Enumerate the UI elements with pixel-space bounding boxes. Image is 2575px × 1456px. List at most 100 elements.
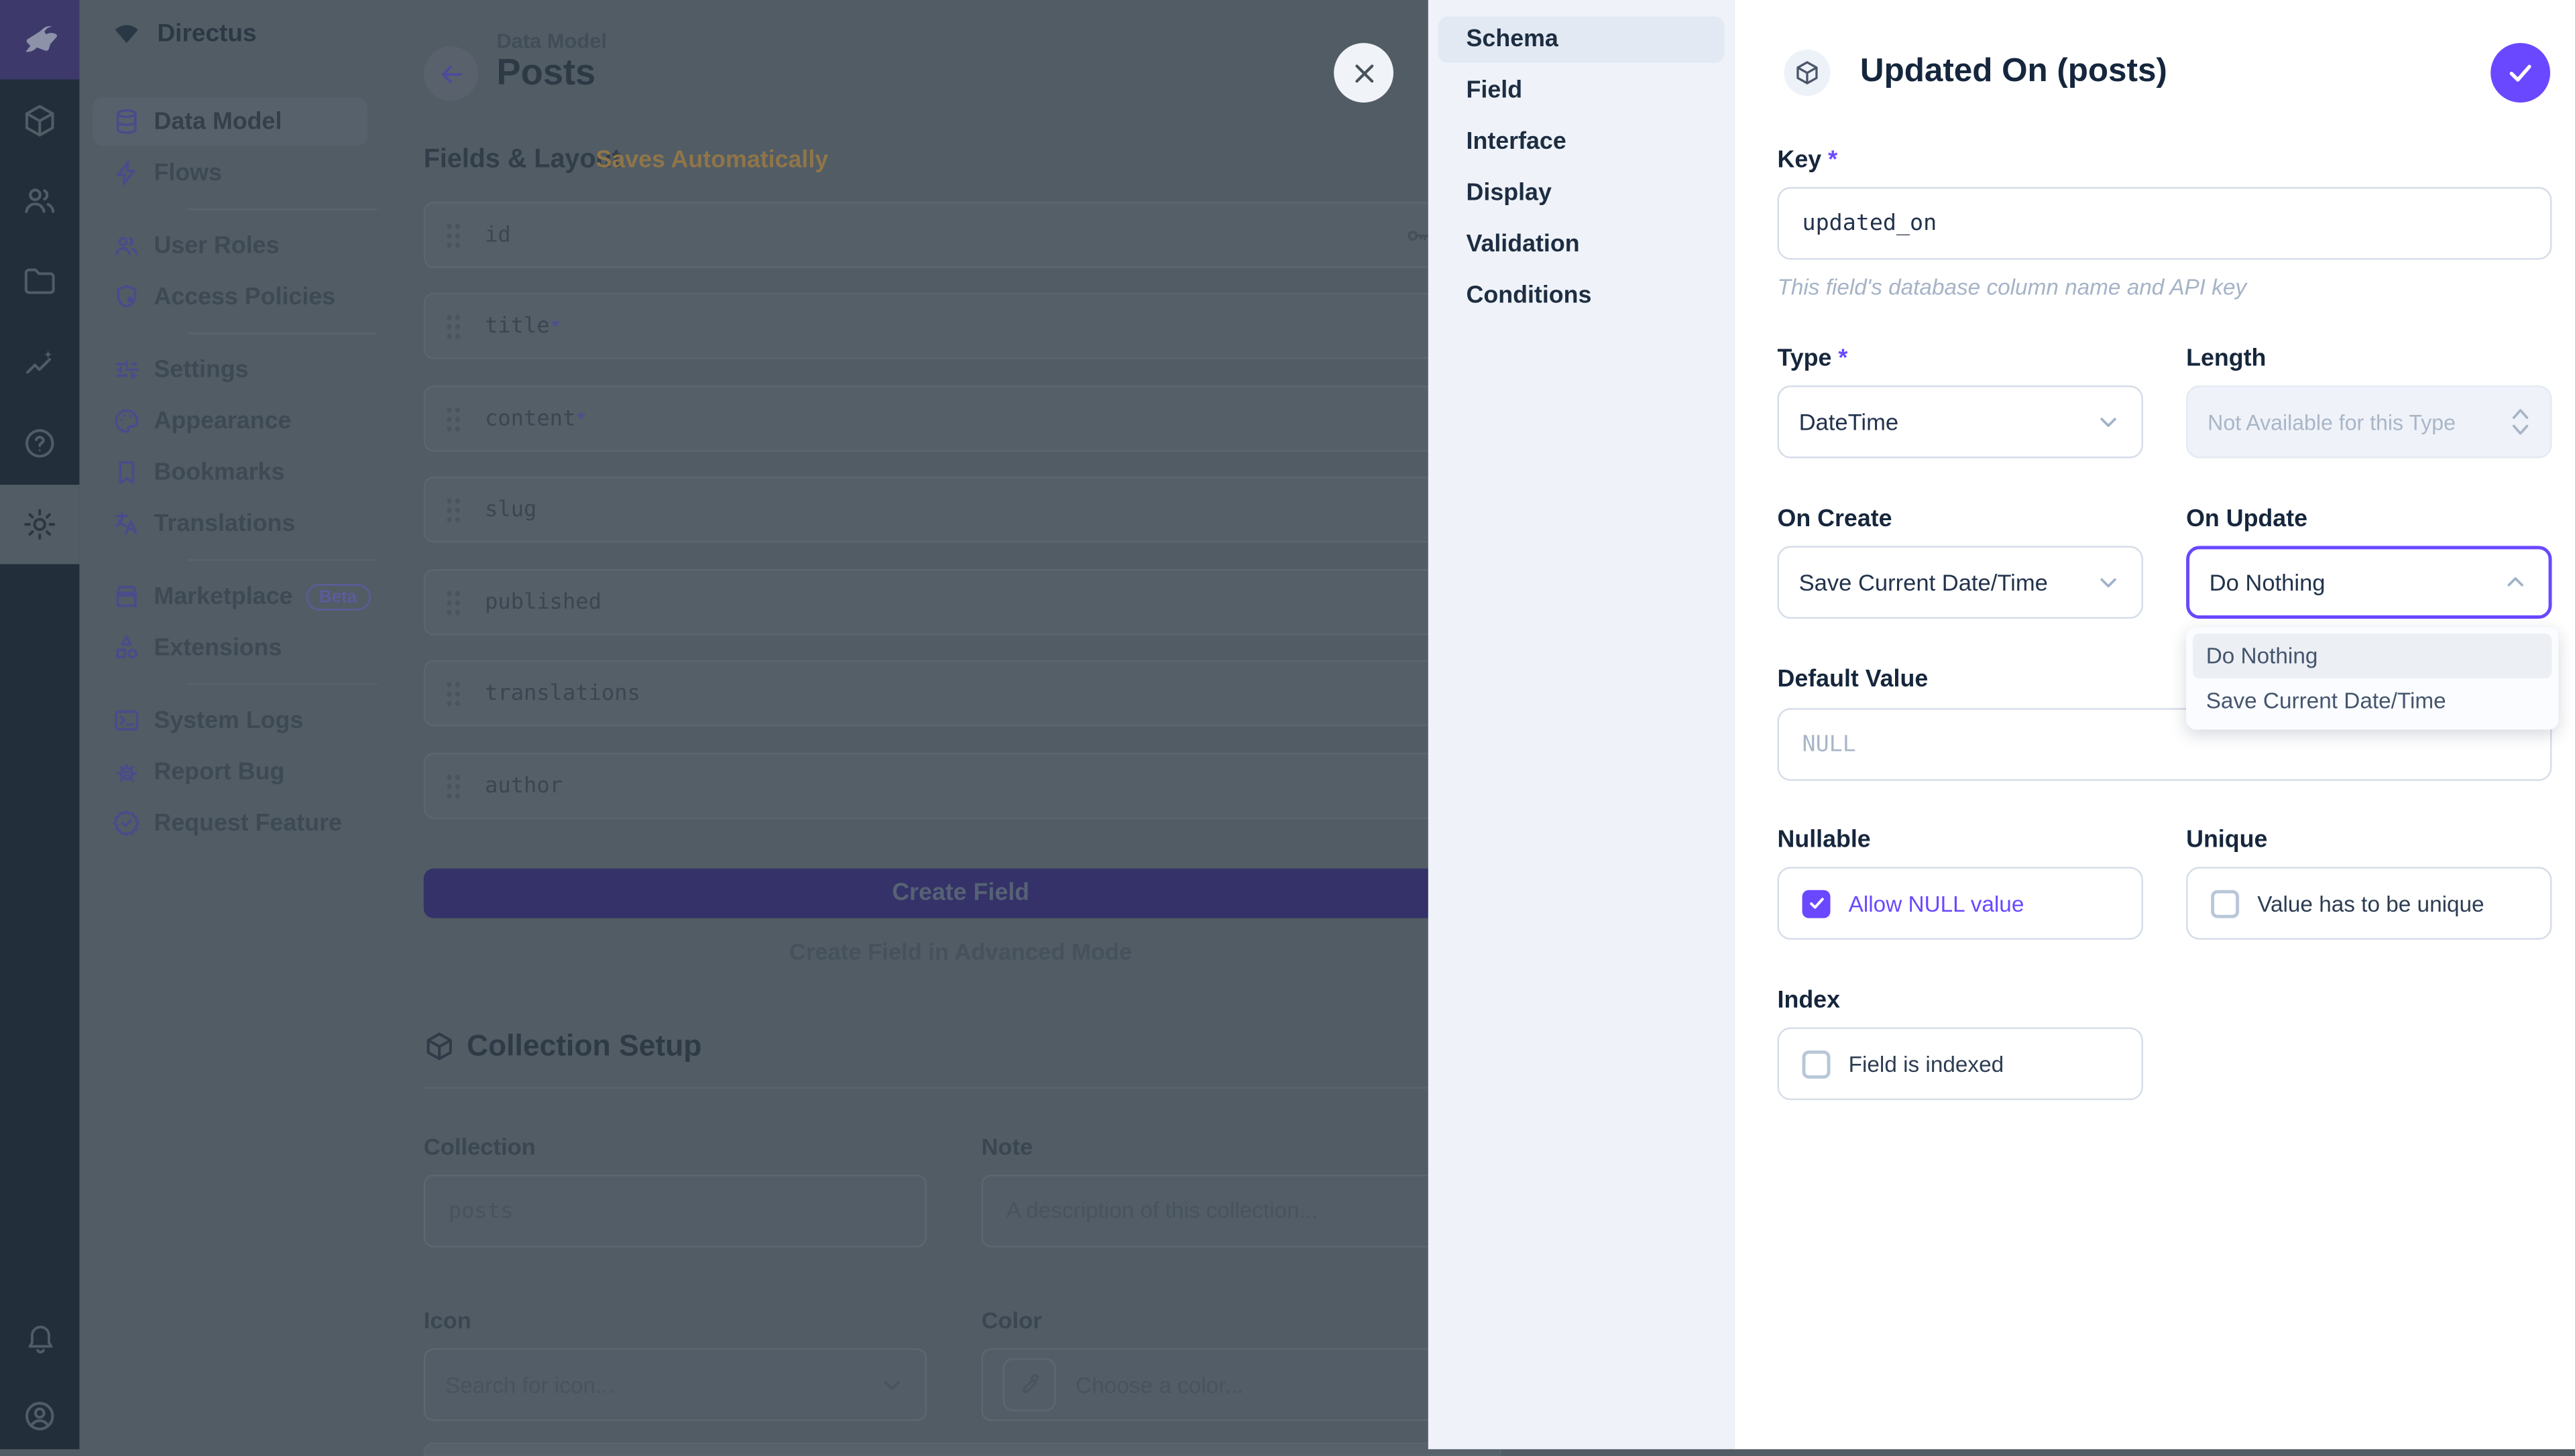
autosave-indicator: Saves Automatically bbox=[595, 147, 828, 174]
create-field-advanced-link[interactable]: Create Field in Advanced Mode bbox=[424, 938, 1498, 964]
unique-checkbox-field[interactable]: Value has to be unique bbox=[2186, 867, 2552, 940]
on-create-select[interactable]: Save Current Date/Time bbox=[1778, 546, 2143, 619]
next-section-edge bbox=[424, 1443, 1501, 1456]
back-button[interactable] bbox=[424, 46, 478, 101]
sidebar-item-label: System Logs bbox=[154, 707, 304, 733]
required-marker: * bbox=[577, 406, 585, 431]
drag-handle-icon[interactable] bbox=[445, 772, 462, 800]
storefront-icon bbox=[113, 583, 141, 611]
field-key: author bbox=[485, 774, 563, 798]
sidebar-item-bookmarks[interactable]: Bookmarks bbox=[93, 448, 367, 497]
chevron-down-icon bbox=[2095, 569, 2121, 595]
sidebar-item-report-bug[interactable]: Report Bug bbox=[93, 747, 367, 796]
index-checkbox-field[interactable]: Field is indexed bbox=[1778, 1028, 2143, 1101]
tab-schema[interactable]: Schema bbox=[1438, 17, 1725, 63]
module-file-library[interactable] bbox=[0, 241, 79, 320]
dropdown-option-do-nothing[interactable]: Do Nothing bbox=[2193, 633, 2552, 678]
directus-rabbit-icon bbox=[18, 18, 61, 61]
nullable-checkbox-field[interactable]: Allow NULL value bbox=[1778, 867, 2143, 940]
sidebar-item-label: Appearance bbox=[154, 408, 292, 434]
module-insights[interactable] bbox=[0, 324, 79, 404]
drag-handle-icon[interactable] bbox=[445, 495, 462, 524]
collection-input[interactable] bbox=[424, 1174, 927, 1248]
type-value: DateTime bbox=[1799, 409, 1898, 435]
close-drawer-button[interactable] bbox=[1334, 43, 1393, 103]
help-circle-icon bbox=[21, 425, 58, 461]
user-avatar-button[interactable] bbox=[0, 1376, 79, 1455]
project-name: Directus bbox=[157, 20, 256, 48]
color-placeholder: Choose a color... bbox=[1076, 1372, 1243, 1397]
field-key: slug bbox=[485, 497, 536, 522]
save-button[interactable] bbox=[2491, 43, 2550, 103]
tab-field[interactable]: Field bbox=[1438, 68, 1725, 114]
index-label: Index bbox=[1778, 987, 1840, 1014]
field-row-author[interactable]: author bbox=[424, 753, 1498, 819]
module-collections[interactable] bbox=[0, 81, 79, 160]
on-update-label: On Update bbox=[2186, 506, 2307, 532]
drag-handle-icon[interactable] bbox=[445, 679, 462, 707]
checkbox-unchecked-icon[interactable] bbox=[2211, 889, 2239, 917]
breadcrumb[interactable]: Data Model bbox=[496, 29, 607, 53]
field-key: content bbox=[485, 406, 575, 431]
sidebar-item-label: Flows bbox=[154, 160, 222, 186]
module-settings[interactable] bbox=[0, 485, 79, 564]
length-placeholder: Not Available for this Type bbox=[2208, 410, 2456, 434]
tab-display[interactable]: Display bbox=[1438, 170, 1725, 217]
icon-label: Icon bbox=[424, 1307, 471, 1333]
module-help[interactable] bbox=[0, 404, 79, 483]
on-update-value: Do Nothing bbox=[2210, 569, 2326, 595]
sidebar-item-system-logs[interactable]: System Logs bbox=[93, 696, 367, 745]
icon-select[interactable]: Search for icon... bbox=[424, 1348, 927, 1421]
bug-icon bbox=[113, 757, 141, 786]
sidebar-item-translations[interactable]: Translations bbox=[93, 499, 367, 548]
field-row-slug[interactable]: slug bbox=[424, 477, 1498, 543]
module-user-directory[interactable] bbox=[0, 160, 79, 239]
nullable-label: Nullable bbox=[1778, 827, 1871, 853]
field-row-content[interactable]: content * bbox=[424, 385, 1498, 452]
drag-handle-icon[interactable] bbox=[445, 221, 462, 249]
sidebar-item-flows[interactable]: Flows bbox=[93, 149, 367, 197]
database-icon bbox=[113, 107, 141, 135]
sidebar-item-extensions[interactable]: Extensions bbox=[93, 623, 367, 672]
tab-conditions[interactable]: Conditions bbox=[1438, 273, 1725, 319]
bolt-icon bbox=[113, 159, 141, 187]
key-input[interactable] bbox=[1778, 187, 2552, 260]
drag-handle-icon[interactable] bbox=[445, 588, 462, 616]
sidebar-item-data-model[interactable]: Data Model bbox=[93, 98, 367, 146]
notifications-button[interactable] bbox=[0, 1297, 79, 1376]
tab-validation[interactable]: Validation bbox=[1438, 222, 1725, 268]
drag-handle-icon[interactable] bbox=[445, 404, 462, 432]
checkbox-checked-icon[interactable] bbox=[1802, 889, 1831, 917]
type-select[interactable]: DateTime bbox=[1778, 385, 2143, 459]
field-row-translations[interactable]: translations bbox=[424, 660, 1498, 727]
on-update-select[interactable]: Do Nothing bbox=[2186, 546, 2552, 619]
create-field-button[interactable]: Create Field bbox=[424, 869, 1498, 918]
dropdown-option-save-current[interactable]: Save Current Date/Time bbox=[2193, 678, 2552, 723]
chevron-down-icon bbox=[2095, 409, 2121, 435]
sidebar-item-request-feature[interactable]: Request Feature bbox=[93, 799, 367, 847]
checkbox-unchecked-icon[interactable] bbox=[1802, 1050, 1831, 1078]
palette-icon bbox=[113, 407, 141, 435]
eyedropper-icon[interactable] bbox=[1003, 1358, 1056, 1411]
required-marker: * bbox=[1838, 346, 1847, 372]
field-row-id[interactable]: id bbox=[424, 202, 1498, 268]
tab-interface[interactable]: Interface bbox=[1438, 119, 1725, 166]
sidebar-item-access-policies[interactable]: Access Policies bbox=[93, 273, 367, 321]
nullable-checkbox-label: Allow NULL value bbox=[1849, 891, 2024, 916]
sidebar-item-label: Request Feature bbox=[154, 810, 342, 836]
directus-logo-button[interactable] bbox=[0, 0, 79, 79]
field-key: id bbox=[485, 223, 511, 247]
cube-icon bbox=[424, 1031, 455, 1063]
project-header[interactable]: Directus bbox=[113, 20, 257, 48]
settings-sidebar: Directus Data Model Flows User Roles Acc… bbox=[79, 0, 377, 1449]
sidebar-item-settings[interactable]: Settings bbox=[93, 346, 367, 394]
field-row-published[interactable]: published bbox=[424, 569, 1498, 635]
drag-handle-icon[interactable] bbox=[445, 312, 462, 340]
sidebar-item-marketplace[interactable]: Marketplace Beta bbox=[93, 572, 367, 621]
bookmark-icon bbox=[113, 459, 141, 487]
field-row-title[interactable]: title * bbox=[424, 293, 1498, 359]
shield-icon bbox=[113, 283, 141, 311]
unique-label: Unique bbox=[2186, 827, 2267, 853]
sidebar-item-appearance[interactable]: Appearance bbox=[93, 397, 367, 445]
sidebar-item-user-roles[interactable]: User Roles bbox=[93, 222, 367, 270]
